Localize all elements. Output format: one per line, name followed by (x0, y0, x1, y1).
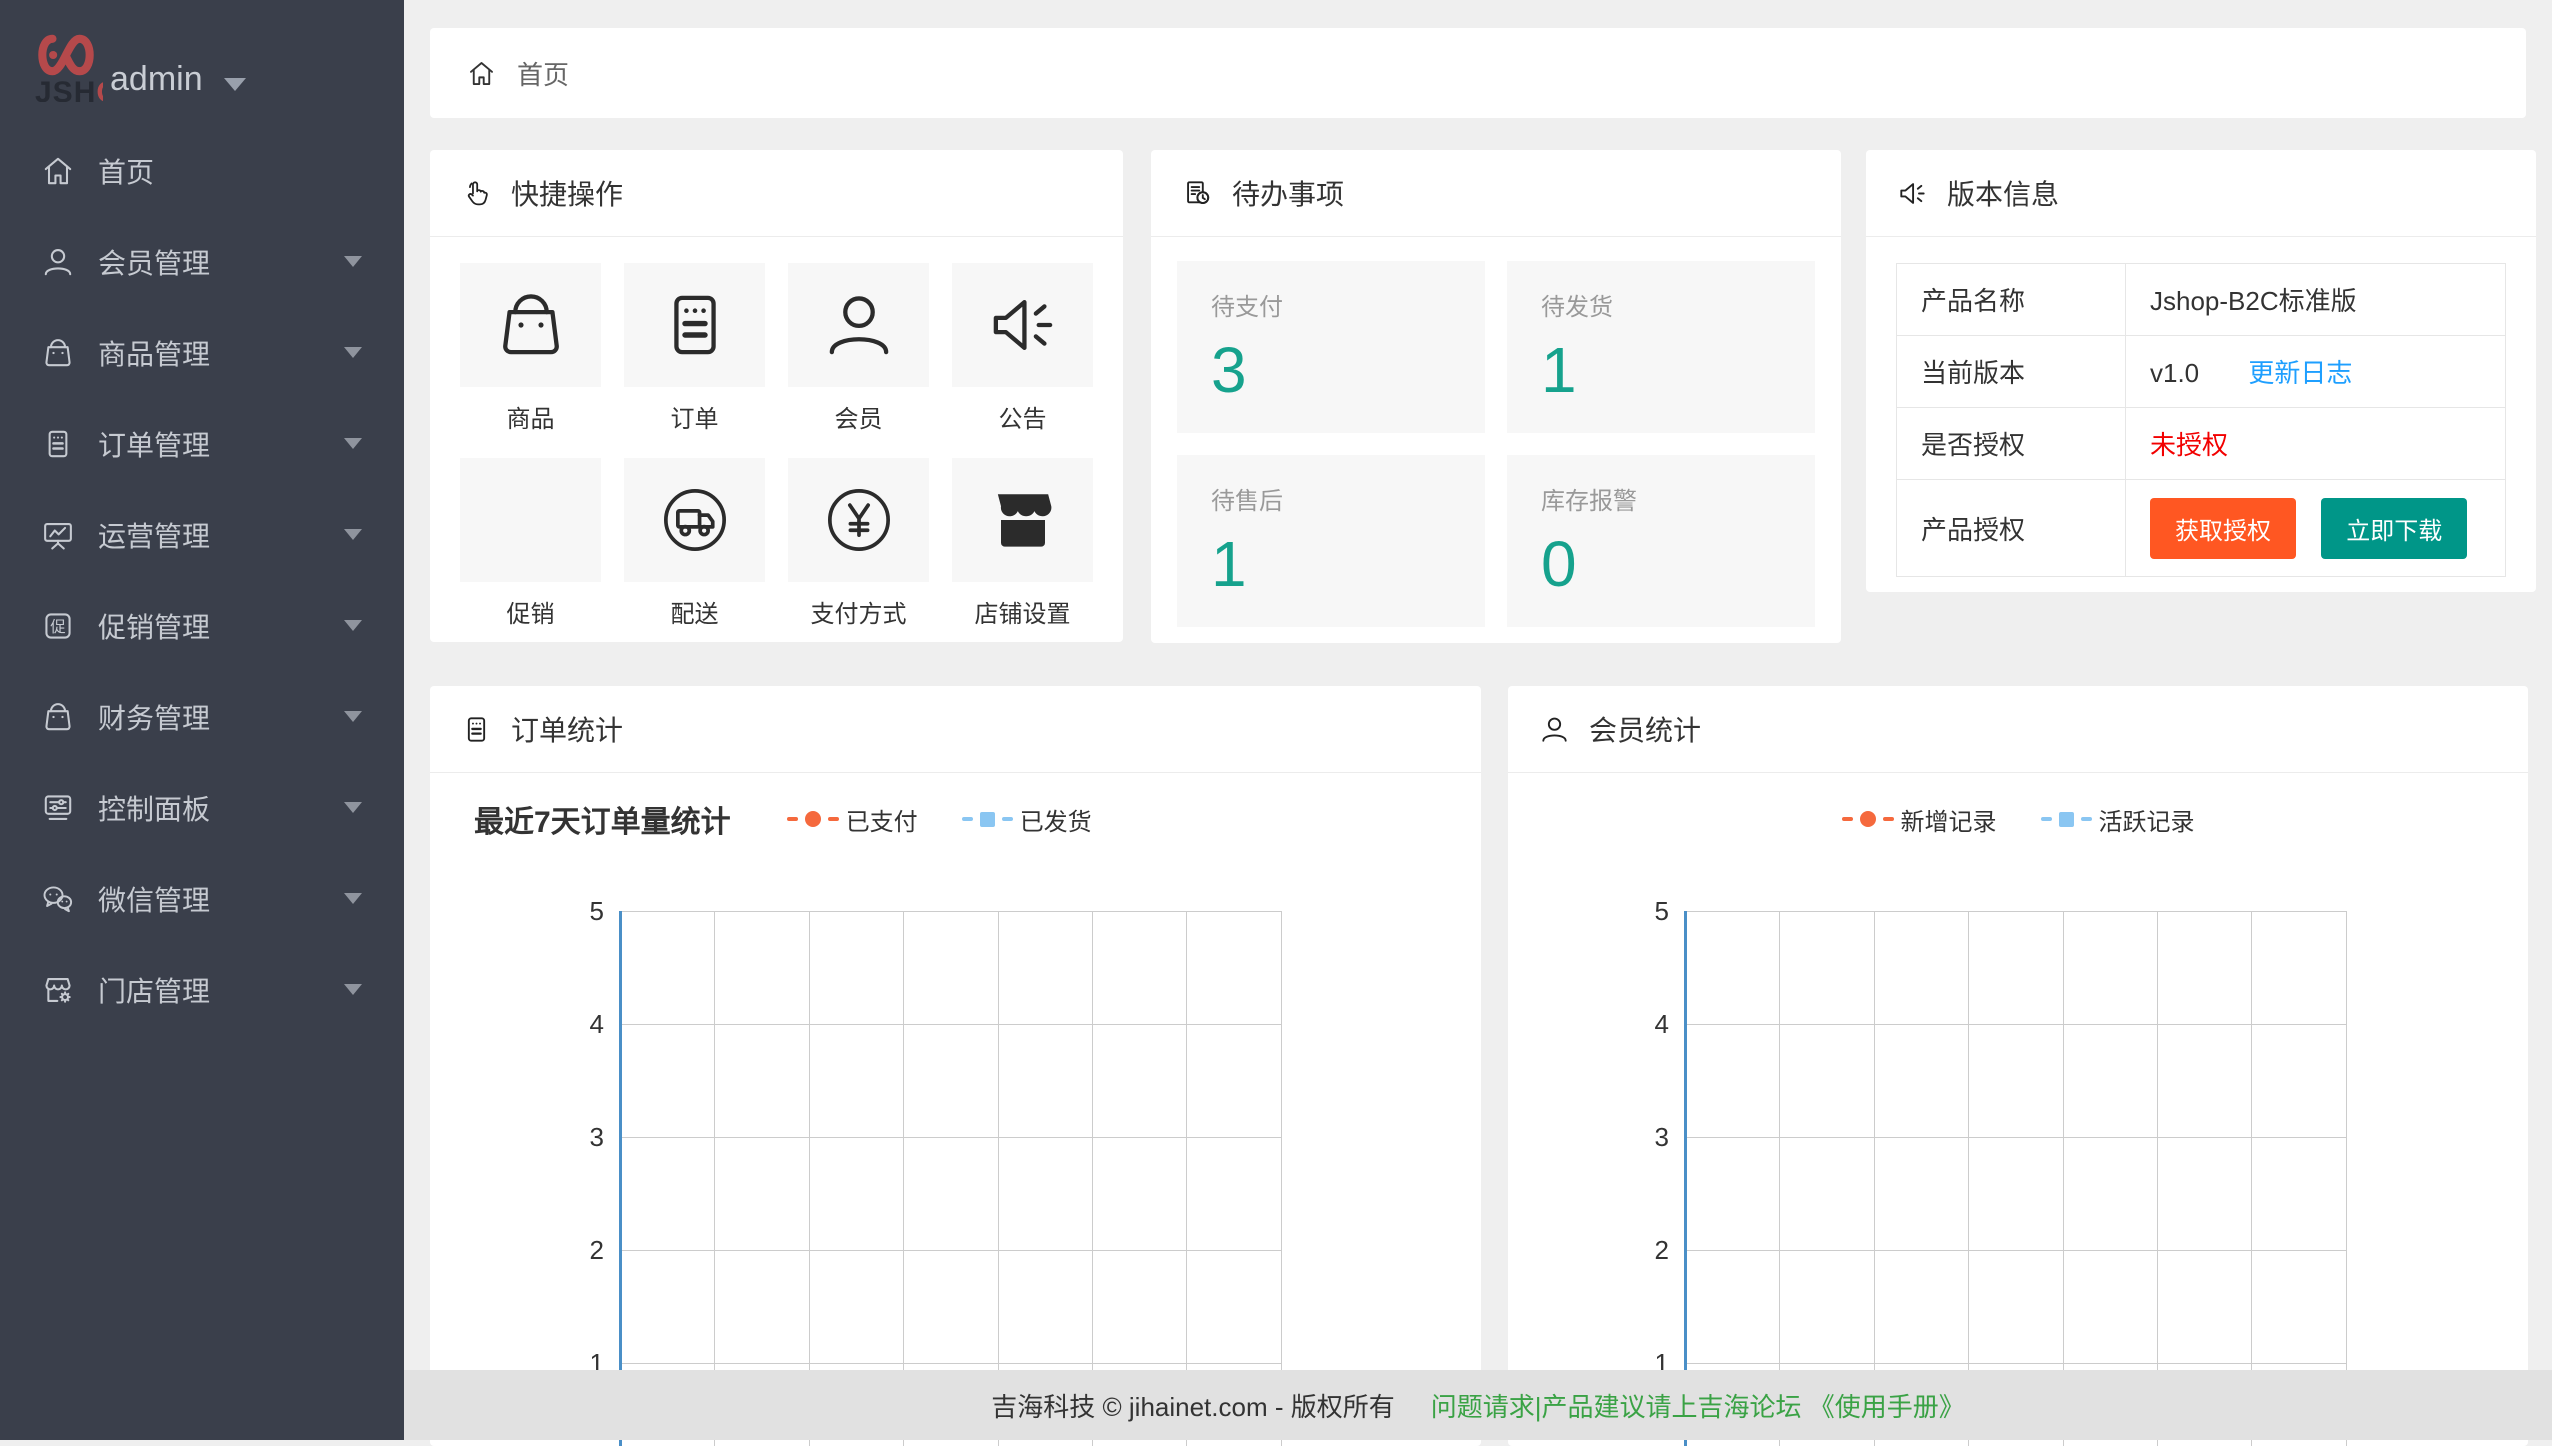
username-label[interactable]: admin (110, 60, 203, 99)
order-stats-card: 订单统计 最近7天订单量统计 已支付 已发货 54321 (430, 686, 1481, 1446)
wechat-icon (40, 881, 76, 917)
person-icon (819, 285, 899, 365)
version-value: v1.0 (2150, 358, 2199, 388)
sidebar-item-operations[interactable]: 运营管理 (0, 489, 404, 580)
quick-actions-card: 快捷操作 商品 订单 (430, 150, 1123, 642)
quick-actions-header: 快捷操作 (430, 150, 1123, 237)
quick-tile-members[interactable]: 会员 (788, 263, 929, 434)
promo-badge-icon: 促 (40, 608, 76, 644)
todo-grid: 待支付 3 待发货 1 待售后 1 库存报警 0 (1151, 237, 1841, 627)
todo-count: 1 (1541, 338, 1815, 402)
sidebar-item-stores[interactable]: 门店管理 (0, 944, 404, 1035)
sidebar-item-finance[interactable]: 财务管理 (0, 671, 404, 762)
sidebar-item-members[interactable]: 会员管理 (0, 216, 404, 307)
quick-tile-orders[interactable]: 订单 (624, 263, 765, 434)
order-chart-plot: 54321 (430, 686, 1481, 1446)
sidebar: JSHOP admin 首页 会员管理 商品管理 (0, 0, 404, 1440)
table-row: 产品名称 Jshop-B2C标准版 (1897, 264, 2506, 336)
todo-count: 3 (1211, 338, 1485, 402)
card-title: 快捷操作 (511, 173, 623, 213)
quick-actions-grid: 商品 订单 会员 (430, 237, 1123, 629)
jshop-logo-text: JSHOP (35, 76, 103, 102)
order-list-icon (655, 285, 735, 365)
sidebar-item-promotion[interactable]: 促 促销管理 (0, 580, 404, 671)
chevron-down-icon (344, 438, 362, 449)
speaker-icon (983, 285, 1063, 365)
breadcrumb-home-link[interactable]: 首页 (517, 55, 569, 92)
presentation-chart-icon (40, 517, 76, 553)
chevron-down-icon (344, 893, 362, 904)
sidebar-item-goods[interactable]: 商品管理 (0, 307, 404, 398)
version-header: 版本信息 (1866, 150, 2536, 237)
footer: 吉海科技 © jihainet.com - 版权所有 问题请求|产品建议请上吉海… (404, 1370, 2552, 1440)
todo-tile-pending-shipment[interactable]: 待发货 1 (1507, 261, 1815, 433)
todo-header: 待办事项 (1151, 150, 1841, 237)
version-table: 产品名称 Jshop-B2C标准版 当前版本 v1.0 更新日志 是否授权 未授… (1896, 263, 2506, 577)
sidebar-menu: 首页 会员管理 商品管理 订单管理 (0, 125, 404, 1035)
sidebar-item-wechat[interactable]: 微信管理 (0, 853, 404, 944)
todo-count: 0 (1541, 532, 1815, 596)
order-list-icon (40, 426, 76, 462)
sidebar-item-orders[interactable]: 订单管理 (0, 398, 404, 489)
member-stats-card: 会员统计 新增记录 活跃记录 54321 (1508, 686, 2528, 1446)
footer-copyright: 吉海科技 © jihainet.com - 版权所有 (991, 1387, 1394, 1424)
download-button[interactable]: 立即下载 (2321, 498, 2467, 559)
breadcrumb: 首页 (430, 28, 2526, 118)
yen-payment-icon (819, 480, 899, 560)
user-dropdown-caret-icon (224, 78, 246, 91)
chevron-down-icon (344, 256, 362, 267)
chevron-down-icon (344, 984, 362, 995)
shopping-bag-icon (491, 285, 571, 365)
table-row: 是否授权 未授权 (1897, 408, 2506, 480)
store-gear-icon (40, 972, 76, 1008)
quick-tile-promotion[interactable]: 促销 (460, 458, 601, 629)
card-title: 待办事项 (1232, 173, 1344, 213)
table-row: 当前版本 v1.0 更新日志 (1897, 336, 2506, 408)
person-icon (40, 244, 76, 280)
home-icon (40, 153, 76, 189)
speaker-icon (1896, 177, 1929, 210)
user-menu[interactable]: JSHOP admin (0, 22, 404, 122)
product-name-value: Jshop-B2C标准版 (2126, 264, 2506, 336)
chevron-down-icon (344, 620, 362, 631)
sidebar-item-control-panel[interactable]: 控制面板 (0, 762, 404, 853)
member-chart-plot: 54321 (1508, 686, 2528, 1446)
quick-tile-payment[interactable]: 支付方式 (788, 458, 929, 629)
empty-tile (460, 458, 601, 582)
todo-tile-stock-alert[interactable]: 库存报警 0 (1507, 455, 1815, 627)
card-title: 版本信息 (1947, 173, 2059, 213)
todo-tile-pending-payment[interactable]: 待支付 3 (1177, 261, 1485, 433)
storefront-icon (983, 480, 1063, 560)
quick-tile-delivery[interactable]: 配送 (624, 458, 765, 629)
chevron-down-icon (344, 529, 362, 540)
hand-click-icon (460, 177, 493, 210)
changelog-link[interactable]: 更新日志 (2248, 358, 2352, 388)
table-row: 产品授权 获取授权 立即下载 (1897, 480, 2506, 577)
get-auth-button[interactable]: 获取授权 (2150, 498, 2296, 559)
chevron-down-icon (344, 711, 362, 722)
todo-tile-pending-aftersale[interactable]: 待售后 1 (1177, 455, 1485, 627)
quick-tile-goods[interactable]: 商品 (460, 263, 601, 434)
footer-forum-manual-links[interactable]: 问题请求|产品建议请上吉海论坛 《使用手册》 (1431, 1387, 1965, 1424)
version-card: 版本信息 产品名称 Jshop-B2C标准版 当前版本 v1.0 更新日志 是否… (1866, 150, 2536, 592)
auth-status: 未授权 (2150, 430, 2228, 460)
svg-text:促: 促 (50, 617, 65, 635)
money-bag-icon (40, 699, 76, 735)
delivery-truck-icon (655, 480, 735, 560)
sidebar-item-home[interactable]: 首页 (0, 125, 404, 216)
jshop-logo-icon: JSHOP (33, 32, 103, 102)
document-clock-icon (1181, 177, 1214, 210)
todo-card: 待办事项 待支付 3 待发货 1 待售后 1 库存报警 0 (1151, 150, 1841, 643)
chevron-down-icon (344, 802, 362, 813)
quick-tile-announcement[interactable]: 公告 (952, 263, 1093, 434)
quick-tile-shop-settings[interactable]: 店铺设置 (952, 458, 1093, 629)
home-icon (466, 58, 497, 89)
todo-count: 1 (1211, 532, 1485, 596)
chevron-down-icon (344, 347, 362, 358)
control-sliders-icon (40, 790, 76, 826)
shopping-bag-icon (40, 335, 76, 371)
